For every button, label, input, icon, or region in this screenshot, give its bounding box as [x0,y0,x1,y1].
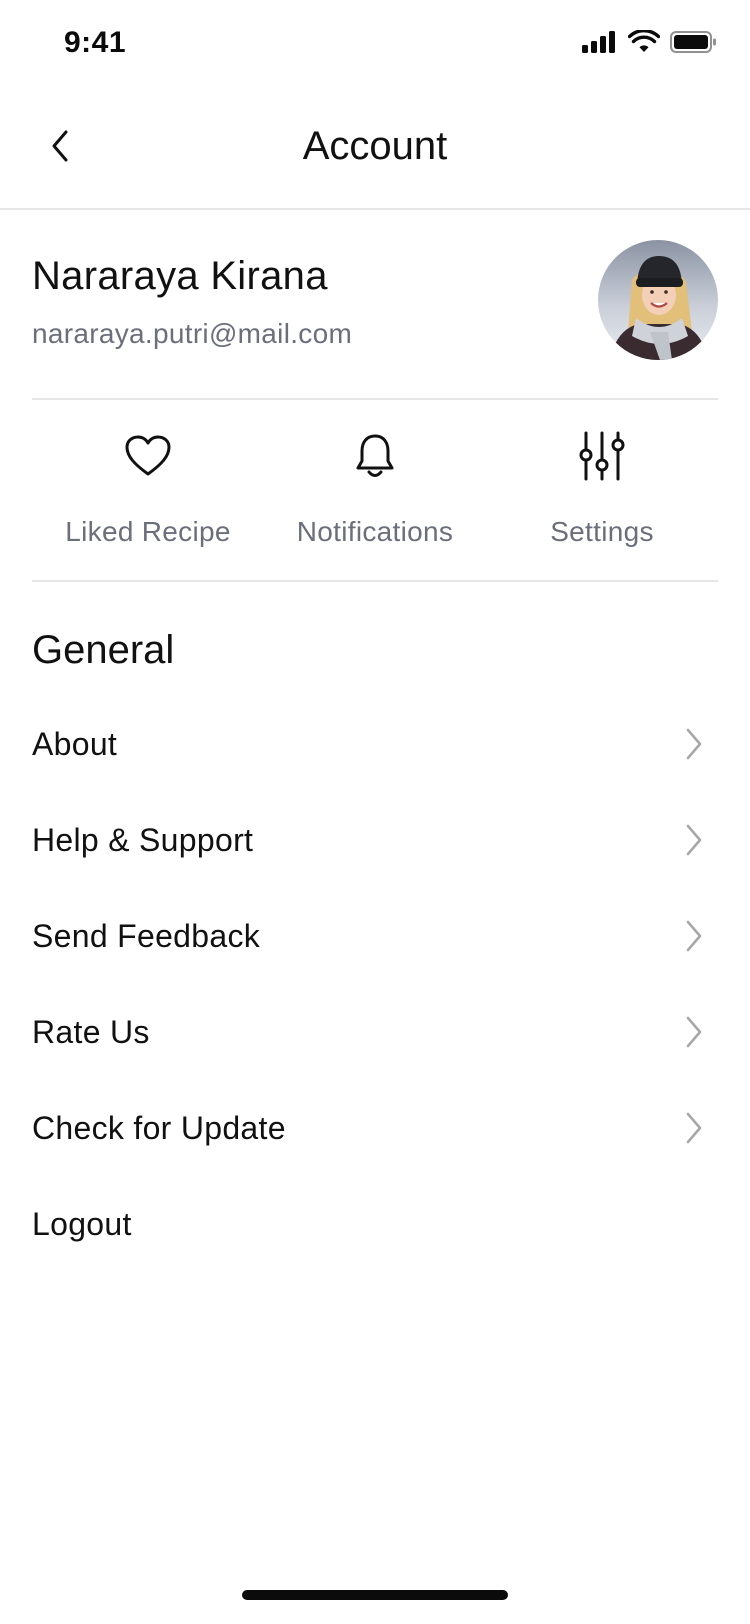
menu-item-label: Send Feedback [32,917,261,954]
battery-icon [670,30,718,59]
chevron-right-icon [682,726,706,762]
general-menu: About Help & Support Send Feedback Rate … [32,696,718,1272]
header: Account [0,100,750,210]
settings-label: Settings [550,516,654,547]
profile-name: Nararaya Kirana [32,254,328,298]
menu-item-help-support[interactable]: Help & Support [32,792,718,888]
quick-actions: Liked Recipe Notifications Settings [32,400,718,582]
chevron-right-icon [682,1014,706,1050]
chevron-right-icon [682,1110,706,1146]
chevron-right-icon [682,918,706,954]
menu-item-logout[interactable]: Logout [32,1176,718,1272]
status-icons [582,29,718,59]
menu-item-label: Rate Us [32,1013,150,1050]
menu-item-label: Help & Support [32,821,254,858]
menu-item-label: Logout [32,1205,132,1242]
menu-item-send-feedback[interactable]: Send Feedback [32,888,718,984]
status-bar: 9:41 [0,0,750,90]
profile-section: Nararaya Kirana nararaya.putri@mail.com [32,240,718,400]
signal-icon [582,30,618,59]
bell-icon [349,430,401,482]
notifications-label: Notifications [296,516,454,547]
liked-recipe-button[interactable]: Liked Recipe [38,430,258,560]
section-title-general: General [32,628,175,672]
liked-recipe-label: Liked Recipe [65,516,231,547]
menu-item-about[interactable]: About [32,696,718,792]
menu-item-rate-us[interactable]: Rate Us [32,984,718,1080]
sliders-icon [576,430,628,482]
menu-item-label: About [32,725,118,762]
status-time: 9:41 [64,26,127,59]
avatar[interactable] [598,240,718,360]
settings-button[interactable]: Settings [492,430,712,560]
wifi-icon [627,29,661,59]
menu-item-label: Check for Update [32,1109,286,1146]
page-title: Account [302,124,448,168]
profile-email: nararaya.putri@mail.com [32,318,353,349]
chevron-right-icon [682,822,706,858]
menu-item-check-update[interactable]: Check for Update [32,1080,718,1176]
home-indicator[interactable] [242,1590,508,1600]
notifications-button[interactable]: Notifications [265,430,485,560]
heart-icon [122,430,174,482]
